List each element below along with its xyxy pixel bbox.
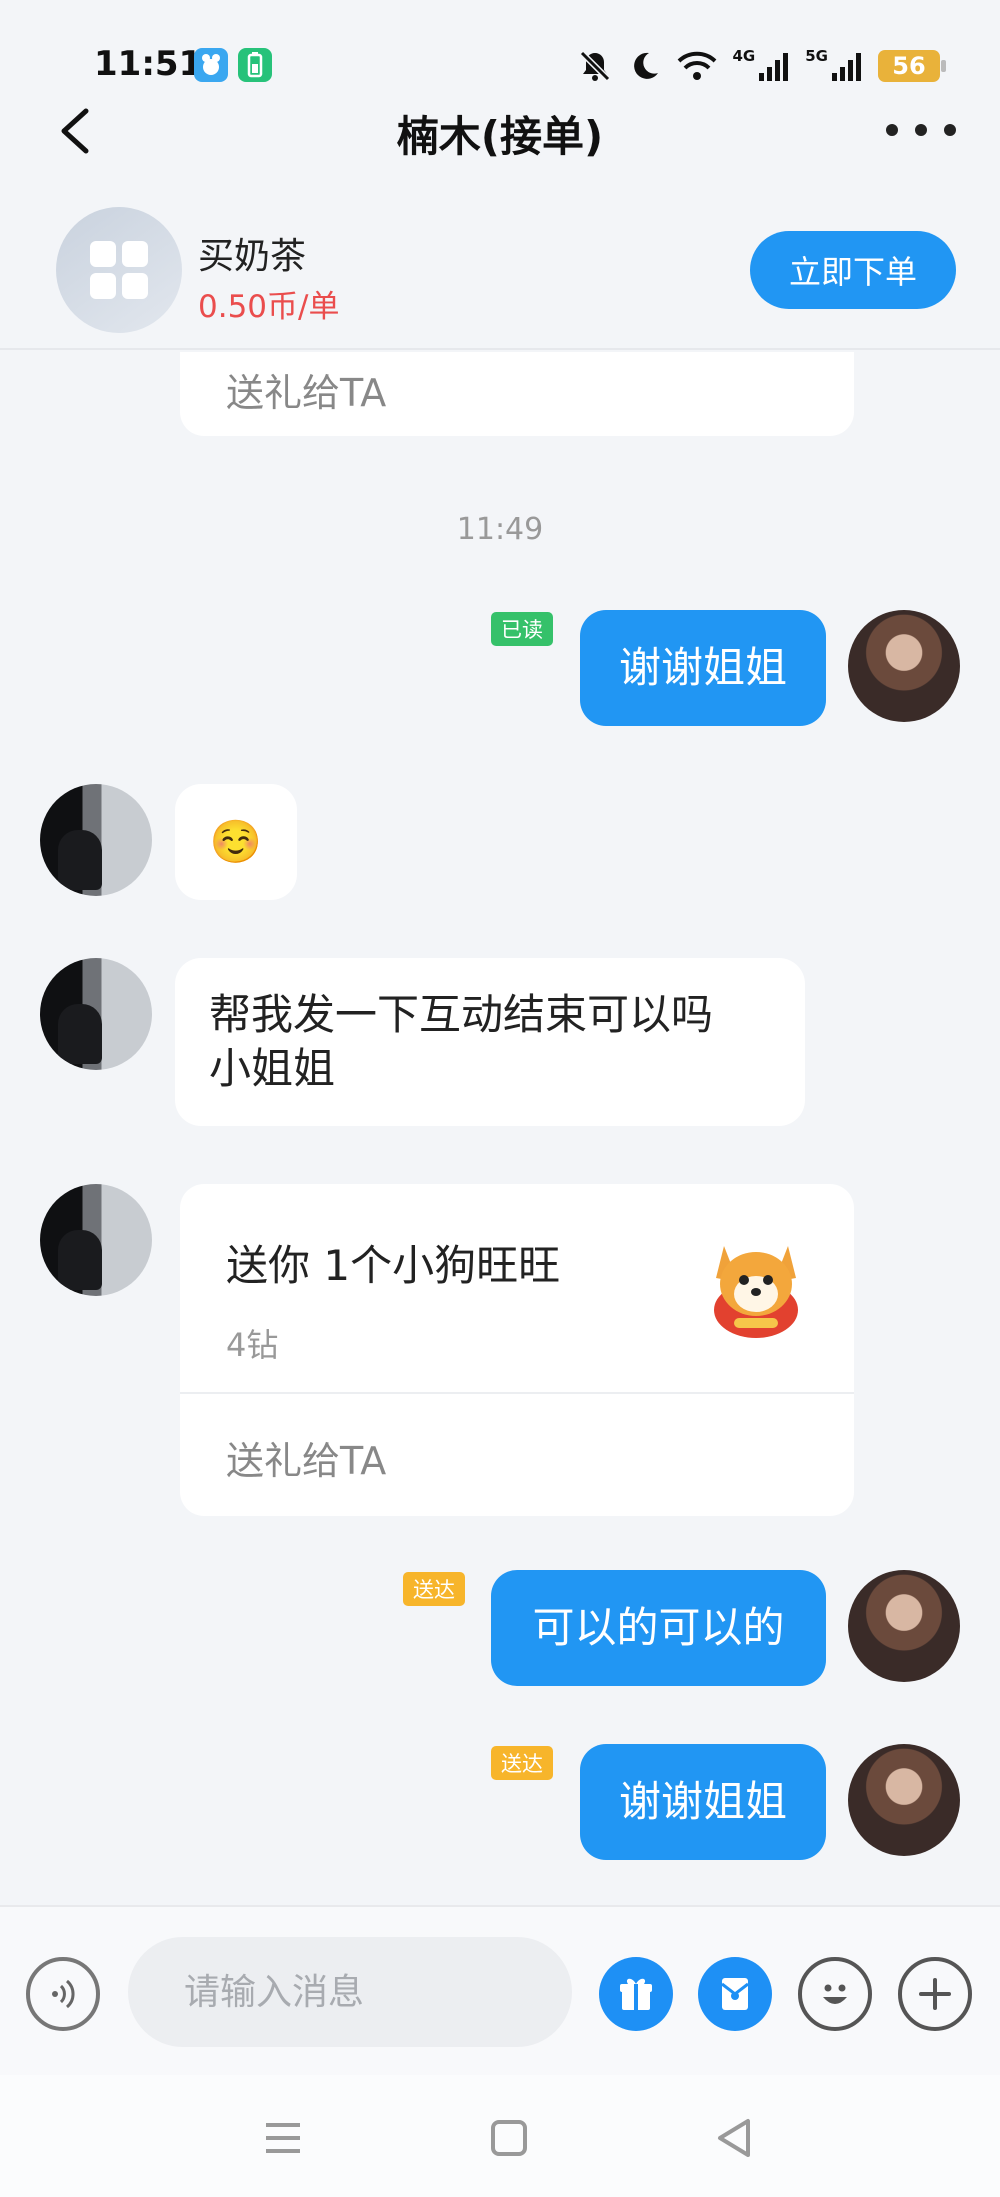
status-bar: 11:51 4G 5G 56 [0,0,1000,100]
red-packet-icon[interactable] [698,1957,772,2031]
network-5g-label: 5G [805,47,828,65]
message-bubble-received[interactable]: ☺️ [175,784,297,900]
chat-message-list[interactable]: 送礼给TA 11:49 已读 谢谢姐姐 ☺️ 帮我发一下互动结束可以吗 小姐姐 … [0,352,1000,1904]
gift-divider [180,1392,854,1394]
home-icon[interactable] [484,2113,534,2163]
network-4g-label: 4G [732,47,756,65]
more-options-icon[interactable] [886,113,956,147]
message-input-bar [0,1905,1000,2075]
add-more-icon[interactable] [898,1957,972,2031]
gift-title: 送你 1个小狗旺旺 [226,1241,561,1290]
service-name: 买奶茶 [198,236,307,277]
battery-saver-icon [238,48,272,82]
send-gift-link[interactable]: 送礼给TA [226,362,386,417]
app-notification-icon [194,48,228,82]
read-status-badge: 已读 [491,612,553,646]
delivered-status-badge: 送达 [491,1746,553,1780]
message-bubble-sent[interactable]: 谢谢姐姐 [580,610,826,726]
system-navigation-bar [0,2075,1000,2197]
message-bubble-sent[interactable]: 可以的可以的 [491,1570,826,1686]
signal-4g-icon [759,53,789,81]
message-input[interactable] [128,1937,572,2047]
contact-avatar[interactable] [40,784,152,896]
my-avatar[interactable] [848,1570,960,1682]
gift-card-partial[interactable]: 送礼给TA [180,352,854,436]
my-avatar[interactable] [848,1744,960,1856]
menu-icon[interactable] [258,2113,308,2163]
mute-bell-icon [579,50,610,82]
gift-icon[interactable] [599,1957,673,2031]
gift-price: 4钻 [226,1326,279,1364]
send-gift-link[interactable]: 送礼给TA [226,1430,386,1485]
battery-indicator: 56 [878,50,946,82]
moon-icon [633,52,658,79]
voice-input-icon[interactable] [26,1957,100,2031]
service-thumbnail [56,207,182,333]
service-price: 0.50币/单 [198,289,340,325]
message-timestamp: 11:49 [456,512,544,547]
message-bubble-received[interactable]: 帮我发一下互动结束可以吗 小姐姐 [175,958,805,1126]
chat-header: 楠木(接单) [0,95,1000,165]
wifi-icon [677,51,716,80]
contact-avatar[interactable] [40,958,152,1070]
back-triangle-icon[interactable] [710,2113,760,2163]
emoji-icon[interactable] [798,1957,872,2031]
gift-card[interactable]: 送你 1个小狗旺旺 4钻 送礼给TA [180,1184,854,1516]
status-time: 11:51 [94,44,203,84]
message-bubble-sent[interactable]: 谢谢姐姐 [580,1744,826,1860]
signal-5g-icon [832,53,861,81]
puppy-gift-icon [694,1224,818,1348]
delivered-status-badge: 送达 [403,1572,465,1606]
my-avatar[interactable] [848,610,960,722]
grid-icon [90,241,148,299]
contact-avatar[interactable] [40,1184,152,1296]
order-now-button[interactable]: 立即下单 [750,231,956,309]
service-card: 买奶茶 0.50币/单 立即下单 [0,185,1000,350]
chat-title: 楠木(接单) [396,112,604,161]
